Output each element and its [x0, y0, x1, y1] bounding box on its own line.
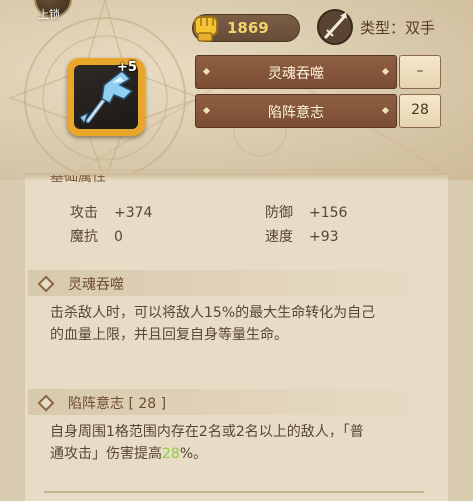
section-text-battle-will: 自身周围1格范围内存在2名或2名以上的敌人，「普 通攻击」伤害提高28%。	[50, 424, 364, 462]
section-header-battle-will: 陷阵意志 [ 28 ]	[28, 389, 446, 415]
divider	[44, 491, 424, 493]
stat-speed: 速度 +93	[265, 229, 339, 245]
power-pill: 1869	[192, 14, 300, 42]
weapon-type-label: 类型：双手	[360, 19, 436, 37]
lock-label: 上锁	[38, 8, 60, 21]
skill-value: 28	[411, 102, 429, 118]
header-area: 上锁 +5 1869 类型：双手 灵魂吞噬 – 陷阵意志 28	[0, 0, 473, 180]
diamond-icon	[37, 394, 55, 412]
spear-cross-icon	[317, 9, 353, 45]
section-header-soul-devour: 灵魂吞噬	[28, 270, 446, 296]
power-value: 1869	[227, 19, 269, 37]
stat-attack: 攻击 +374	[70, 205, 153, 221]
diamond-icon	[37, 275, 55, 293]
gold-fist-icon	[194, 16, 218, 42]
skill-row-soul-devour[interactable]: 灵魂吞噬 –	[195, 55, 441, 89]
skill-name: 灵魂吞噬	[268, 66, 324, 82]
section-text-soul-devour: 击杀敌人时，可以将敌人15%的最大生命转化为自己 的血量上限，并且回复自身等量生…	[50, 305, 376, 343]
skill-row-battle-will[interactable]: 陷阵意志 28	[195, 94, 441, 128]
skill-name: 陷阵意志	[268, 105, 324, 121]
stat-magic-resist: 魔抗 0	[70, 229, 123, 245]
equipment-slot[interactable]: +5	[67, 58, 145, 136]
stat-defense: 防御 +156	[265, 205, 348, 221]
enhance-level: +5	[117, 60, 137, 75]
skill-value: –	[416, 63, 424, 79]
highlight-value: 28	[162, 446, 180, 462]
